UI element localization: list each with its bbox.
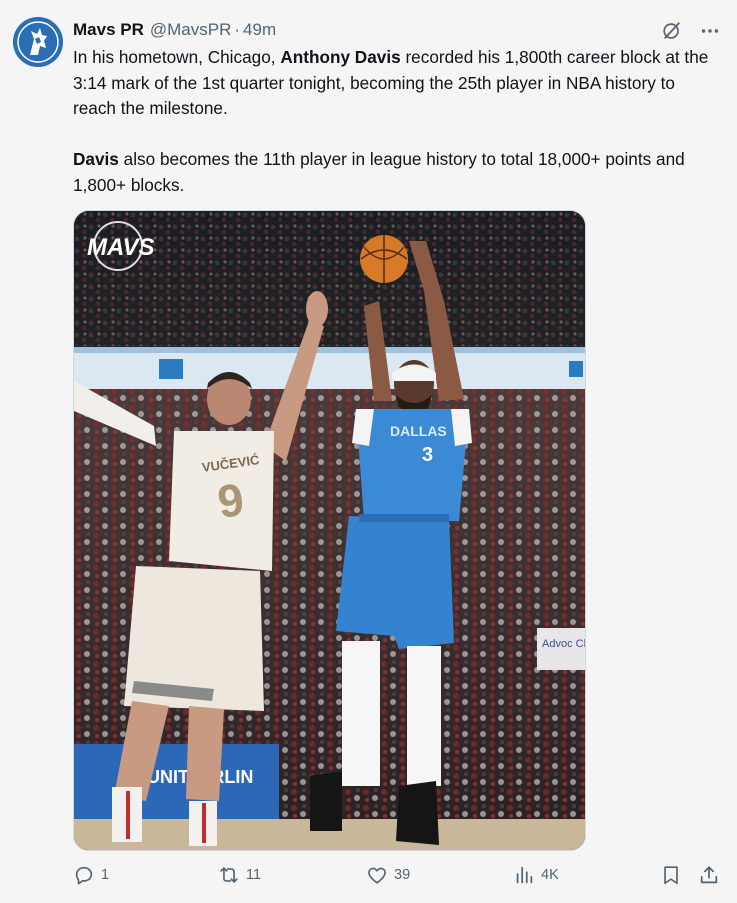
- side-sign-text: Advoc Child: [542, 638, 585, 650]
- handle[interactable]: @MavsPR: [150, 20, 232, 40]
- bold-name: Anthony Davis: [280, 47, 401, 67]
- mavericks-horse-logo-icon: [13, 17, 63, 67]
- share-button[interactable]: [698, 864, 720, 886]
- basketball-photo: Advoc Child UNIT AIRLIN MAVS: [74, 211, 585, 850]
- share-icon: [700, 866, 718, 884]
- repost-count: 11: [246, 867, 262, 883]
- views-button[interactable]: 4K: [513, 864, 559, 886]
- display-name[interactable]: Mavs PR: [73, 20, 144, 40]
- reply-button[interactable]: 1: [73, 864, 109, 886]
- more-dots-icon[interactable]: [699, 20, 721, 42]
- tweet: Mavs PR @MavsPR · 49m In his hometown, C…: [0, 0, 737, 903]
- tweet-action-bar: 1 11 39 4K: [73, 864, 723, 892]
- reply-icon: [75, 866, 93, 885]
- grok-slash-icon[interactable]: [661, 20, 683, 42]
- separator-dot: ·: [234, 20, 241, 39]
- repost-button[interactable]: 11: [218, 864, 261, 886]
- text-segment: also becomes the 11th player in league h…: [73, 149, 685, 195]
- like-icon: [368, 867, 386, 884]
- bookmark-icon: [664, 866, 678, 885]
- like-button[interactable]: 39: [366, 864, 410, 886]
- bookmark-button[interactable]: [660, 864, 682, 886]
- like-count: 39: [394, 867, 411, 883]
- text-segment: In his hometown, Chicago,: [73, 47, 281, 67]
- reply-count: 1: [101, 867, 110, 883]
- avatar[interactable]: [13, 17, 63, 67]
- views-count: 4K: [541, 867, 559, 883]
- upper-crowd: [74, 211, 585, 346]
- timestamp[interactable]: 49m: [243, 20, 276, 40]
- header-actions: [661, 20, 721, 42]
- jersey-number-text: 3: [422, 444, 433, 466]
- tweet-photo[interactable]: Advoc Child UNIT AIRLIN MAVS: [73, 210, 586, 851]
- bold-name: Davis: [73, 149, 119, 169]
- jersey-team-text: DALLAS: [390, 423, 447, 439]
- tweet-paragraph-2: Davis also becomes the 11th player in le…: [73, 147, 718, 198]
- tweet-header: Mavs PR @MavsPR · 49m: [73, 18, 276, 42]
- tweet-text: In his hometown, Chicago, Anthony Davis …: [73, 45, 718, 198]
- tweet-paragraph-1: In his hometown, Chicago, Anthony Davis …: [73, 45, 718, 122]
- views-icon: [516, 866, 533, 884]
- svg-text:MAVS: MAVS: [87, 234, 155, 261]
- repost-icon: [220, 867, 238, 883]
- ribbon-board: [74, 347, 585, 389]
